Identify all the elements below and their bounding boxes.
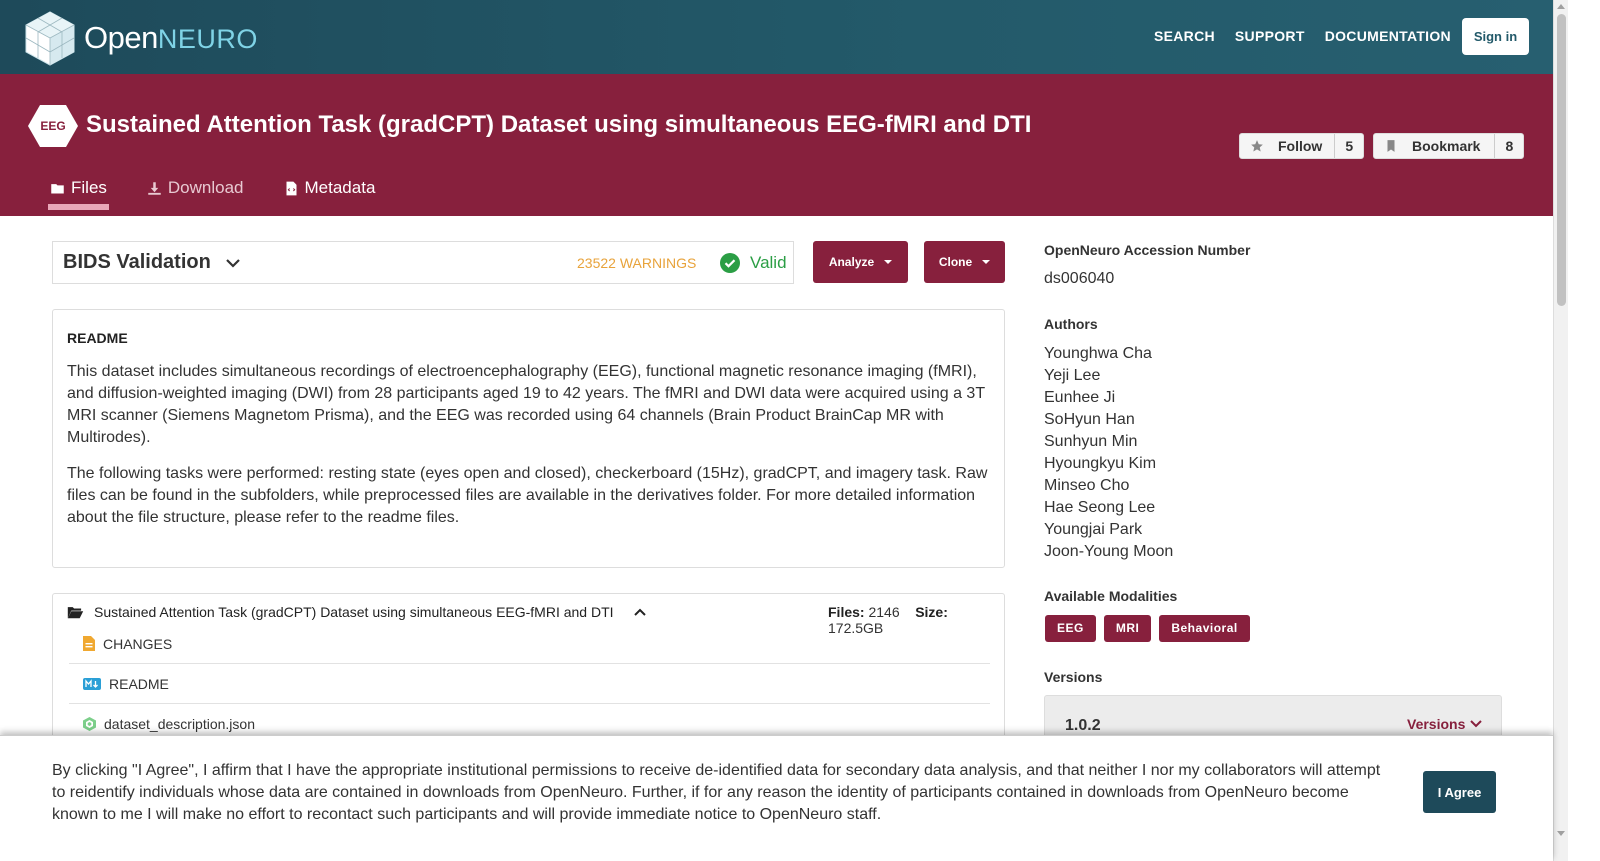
files-label: Files: bbox=[828, 604, 865, 620]
readme-panel: README This dataset includes simultaneou… bbox=[52, 309, 1005, 568]
sign-in-button[interactable]: Sign in bbox=[1462, 18, 1529, 55]
consent-banner: By clicking "I Agree", I affirm that I h… bbox=[0, 735, 1553, 861]
tab-metadata-label: Metadata bbox=[304, 178, 376, 197]
logo-text: OpenNEURO bbox=[84, 20, 258, 56]
author-name: Sunhyun Min bbox=[1044, 433, 1138, 450]
top-navbar: OpenNEURO SEARCH SUPPORT DOCUMENTATION S… bbox=[0, 0, 1553, 74]
scroll-up-arrow-icon[interactable] bbox=[1557, 4, 1565, 9]
file-name: CHANGES bbox=[103, 635, 173, 652]
caret-down-icon bbox=[884, 260, 893, 264]
page-scrollbar[interactable] bbox=[1553, 0, 1568, 861]
author-name: Joon-Young Moon bbox=[1044, 543, 1174, 560]
file-tree-root[interactable]: Sustained Attention Task (gradCPT) Datas… bbox=[67, 604, 656, 620]
authors-list: Younghwa Cha Yeji Lee Eunhee Ji SoHyun H… bbox=[1044, 343, 1173, 563]
valid-status: Valid bbox=[720, 252, 787, 273]
author-name: Yeji Lee bbox=[1044, 367, 1101, 384]
size-label: Size: bbox=[915, 604, 948, 620]
author-name: Hae Seong Lee bbox=[1044, 499, 1156, 516]
openneuro-logo[interactable]: OpenNEURO bbox=[24, 10, 258, 66]
bookmark-button[interactable]: Bookmark 8 bbox=[1373, 133, 1525, 159]
file-tree: Sustained Attention Task (gradCPT) Datas… bbox=[52, 593, 1005, 753]
accession-number: ds006040 bbox=[1044, 270, 1115, 287]
author-name: Eunhee Ji bbox=[1044, 389, 1116, 406]
readme-heading: README bbox=[67, 330, 128, 346]
files-count: 2146 bbox=[868, 604, 900, 620]
nav-documentation-link[interactable]: DOCUMENTATION bbox=[1325, 28, 1451, 44]
check-circle-icon bbox=[720, 252, 740, 273]
analyze-dropdown-button[interactable]: Analyze bbox=[813, 241, 908, 283]
authors-label: Authors bbox=[1044, 316, 1098, 332]
tab-download[interactable]: Download bbox=[145, 178, 246, 210]
valid-status-label: Valid bbox=[750, 252, 787, 272]
logo-neuro-text: NEURO bbox=[157, 24, 258, 54]
caret-down-icon bbox=[982, 260, 991, 264]
folder-open-icon bbox=[67, 607, 84, 619]
dataset-title: Sustained Attention Task (gradCPT) Datas… bbox=[86, 111, 1032, 138]
file-code-icon bbox=[286, 181, 297, 195]
file-name: README bbox=[109, 675, 169, 692]
author-name: Hyoungkyu Kim bbox=[1044, 455, 1157, 472]
follow-button[interactable]: Follow 5 bbox=[1239, 133, 1365, 159]
logo-cube-icon bbox=[25, 11, 75, 66]
folder-icon bbox=[51, 183, 64, 193]
scroll-thumb[interactable] bbox=[1557, 14, 1566, 306]
tab-files[interactable]: Files bbox=[48, 178, 109, 210]
versions-label: Versions bbox=[1044, 669, 1103, 685]
file-name: dataset_description.json bbox=[104, 715, 255, 732]
download-icon bbox=[148, 181, 161, 195]
scroll-down-arrow-icon[interactable] bbox=[1557, 831, 1565, 836]
modality-tag[interactable]: MRI bbox=[1103, 615, 1152, 642]
modality-tag[interactable]: Behavioral bbox=[1159, 615, 1250, 642]
readme-paragraph: This dataset includes simultaneous recor… bbox=[67, 363, 985, 446]
clone-dropdown-button[interactable]: Clone bbox=[924, 241, 1005, 283]
nav-support-link[interactable]: SUPPORT bbox=[1235, 28, 1305, 44]
logo-open-text: Open bbox=[84, 20, 158, 55]
modality-badge-text: EEG bbox=[40, 119, 65, 133]
readme-paragraph: The following tasks were performed: rest… bbox=[67, 465, 988, 526]
versions-button-label: Versions bbox=[1407, 716, 1466, 732]
file-tree-root-name: Sustained Attention Task (gradCPT) Datas… bbox=[94, 604, 614, 620]
chevron-up-icon[interactable] bbox=[633, 606, 646, 618]
chevron-down-icon[interactable] bbox=[225, 255, 241, 271]
bookmark-icon bbox=[1387, 140, 1395, 152]
nav-search-link[interactable]: SEARCH bbox=[1154, 28, 1215, 44]
nav-links: SEARCH SUPPORT DOCUMENTATION bbox=[1154, 28, 1451, 44]
tab-download-label: Download bbox=[167, 178, 244, 197]
markdown-icon bbox=[83, 677, 101, 690]
warnings-count: 23522 WARNINGS bbox=[577, 254, 697, 271]
json-icon bbox=[83, 716, 96, 731]
tab-files-label: Files bbox=[71, 178, 107, 197]
author-name: Youngjai Park bbox=[1044, 521, 1143, 538]
analyze-label: Analyze bbox=[828, 255, 875, 269]
file-row[interactable]: README bbox=[69, 664, 990, 704]
bids-validation-panel[interactable]: BIDS Validation 23522 WARNINGS Valid bbox=[52, 241, 794, 284]
modalities-list: EEG MRI Behavioral bbox=[1045, 615, 1250, 642]
author-name: Younghwa Cha bbox=[1044, 345, 1152, 362]
modality-hexagon-badge: EEG bbox=[28, 105, 78, 147]
bookmark-count: 8 bbox=[1505, 138, 1514, 154]
bookmark-label: Bookmark bbox=[1412, 138, 1481, 154]
file-row[interactable]: CHANGES bbox=[69, 624, 990, 664]
follow-count: 5 bbox=[1345, 138, 1354, 154]
author-name: SoHyun Han bbox=[1044, 411, 1135, 428]
author-name: Minseo Cho bbox=[1044, 477, 1130, 494]
versions-dropdown-button[interactable]: Versions bbox=[1407, 716, 1483, 732]
bids-validation-title: BIDS Validation bbox=[63, 251, 211, 273]
clone-label: Clone bbox=[938, 255, 973, 269]
file-text-icon bbox=[83, 636, 95, 651]
dataset-tabs: Files Download Metadata bbox=[48, 178, 377, 210]
follow-label: Follow bbox=[1278, 138, 1323, 154]
chevron-down-icon bbox=[1470, 720, 1483, 728]
i-agree-button[interactable]: I Agree bbox=[1423, 771, 1496, 813]
accession-label: OpenNeuro Accession Number bbox=[1044, 242, 1251, 258]
consent-text: By clicking "I Agree", I affirm that I h… bbox=[52, 762, 1381, 823]
modality-tag[interactable]: EEG bbox=[1045, 615, 1096, 642]
modalities-label: Available Modalities bbox=[1044, 588, 1178, 604]
tab-metadata[interactable]: Metadata bbox=[282, 178, 378, 210]
star-icon bbox=[1251, 140, 1263, 152]
current-version: 1.0.2 bbox=[1065, 717, 1101, 734]
